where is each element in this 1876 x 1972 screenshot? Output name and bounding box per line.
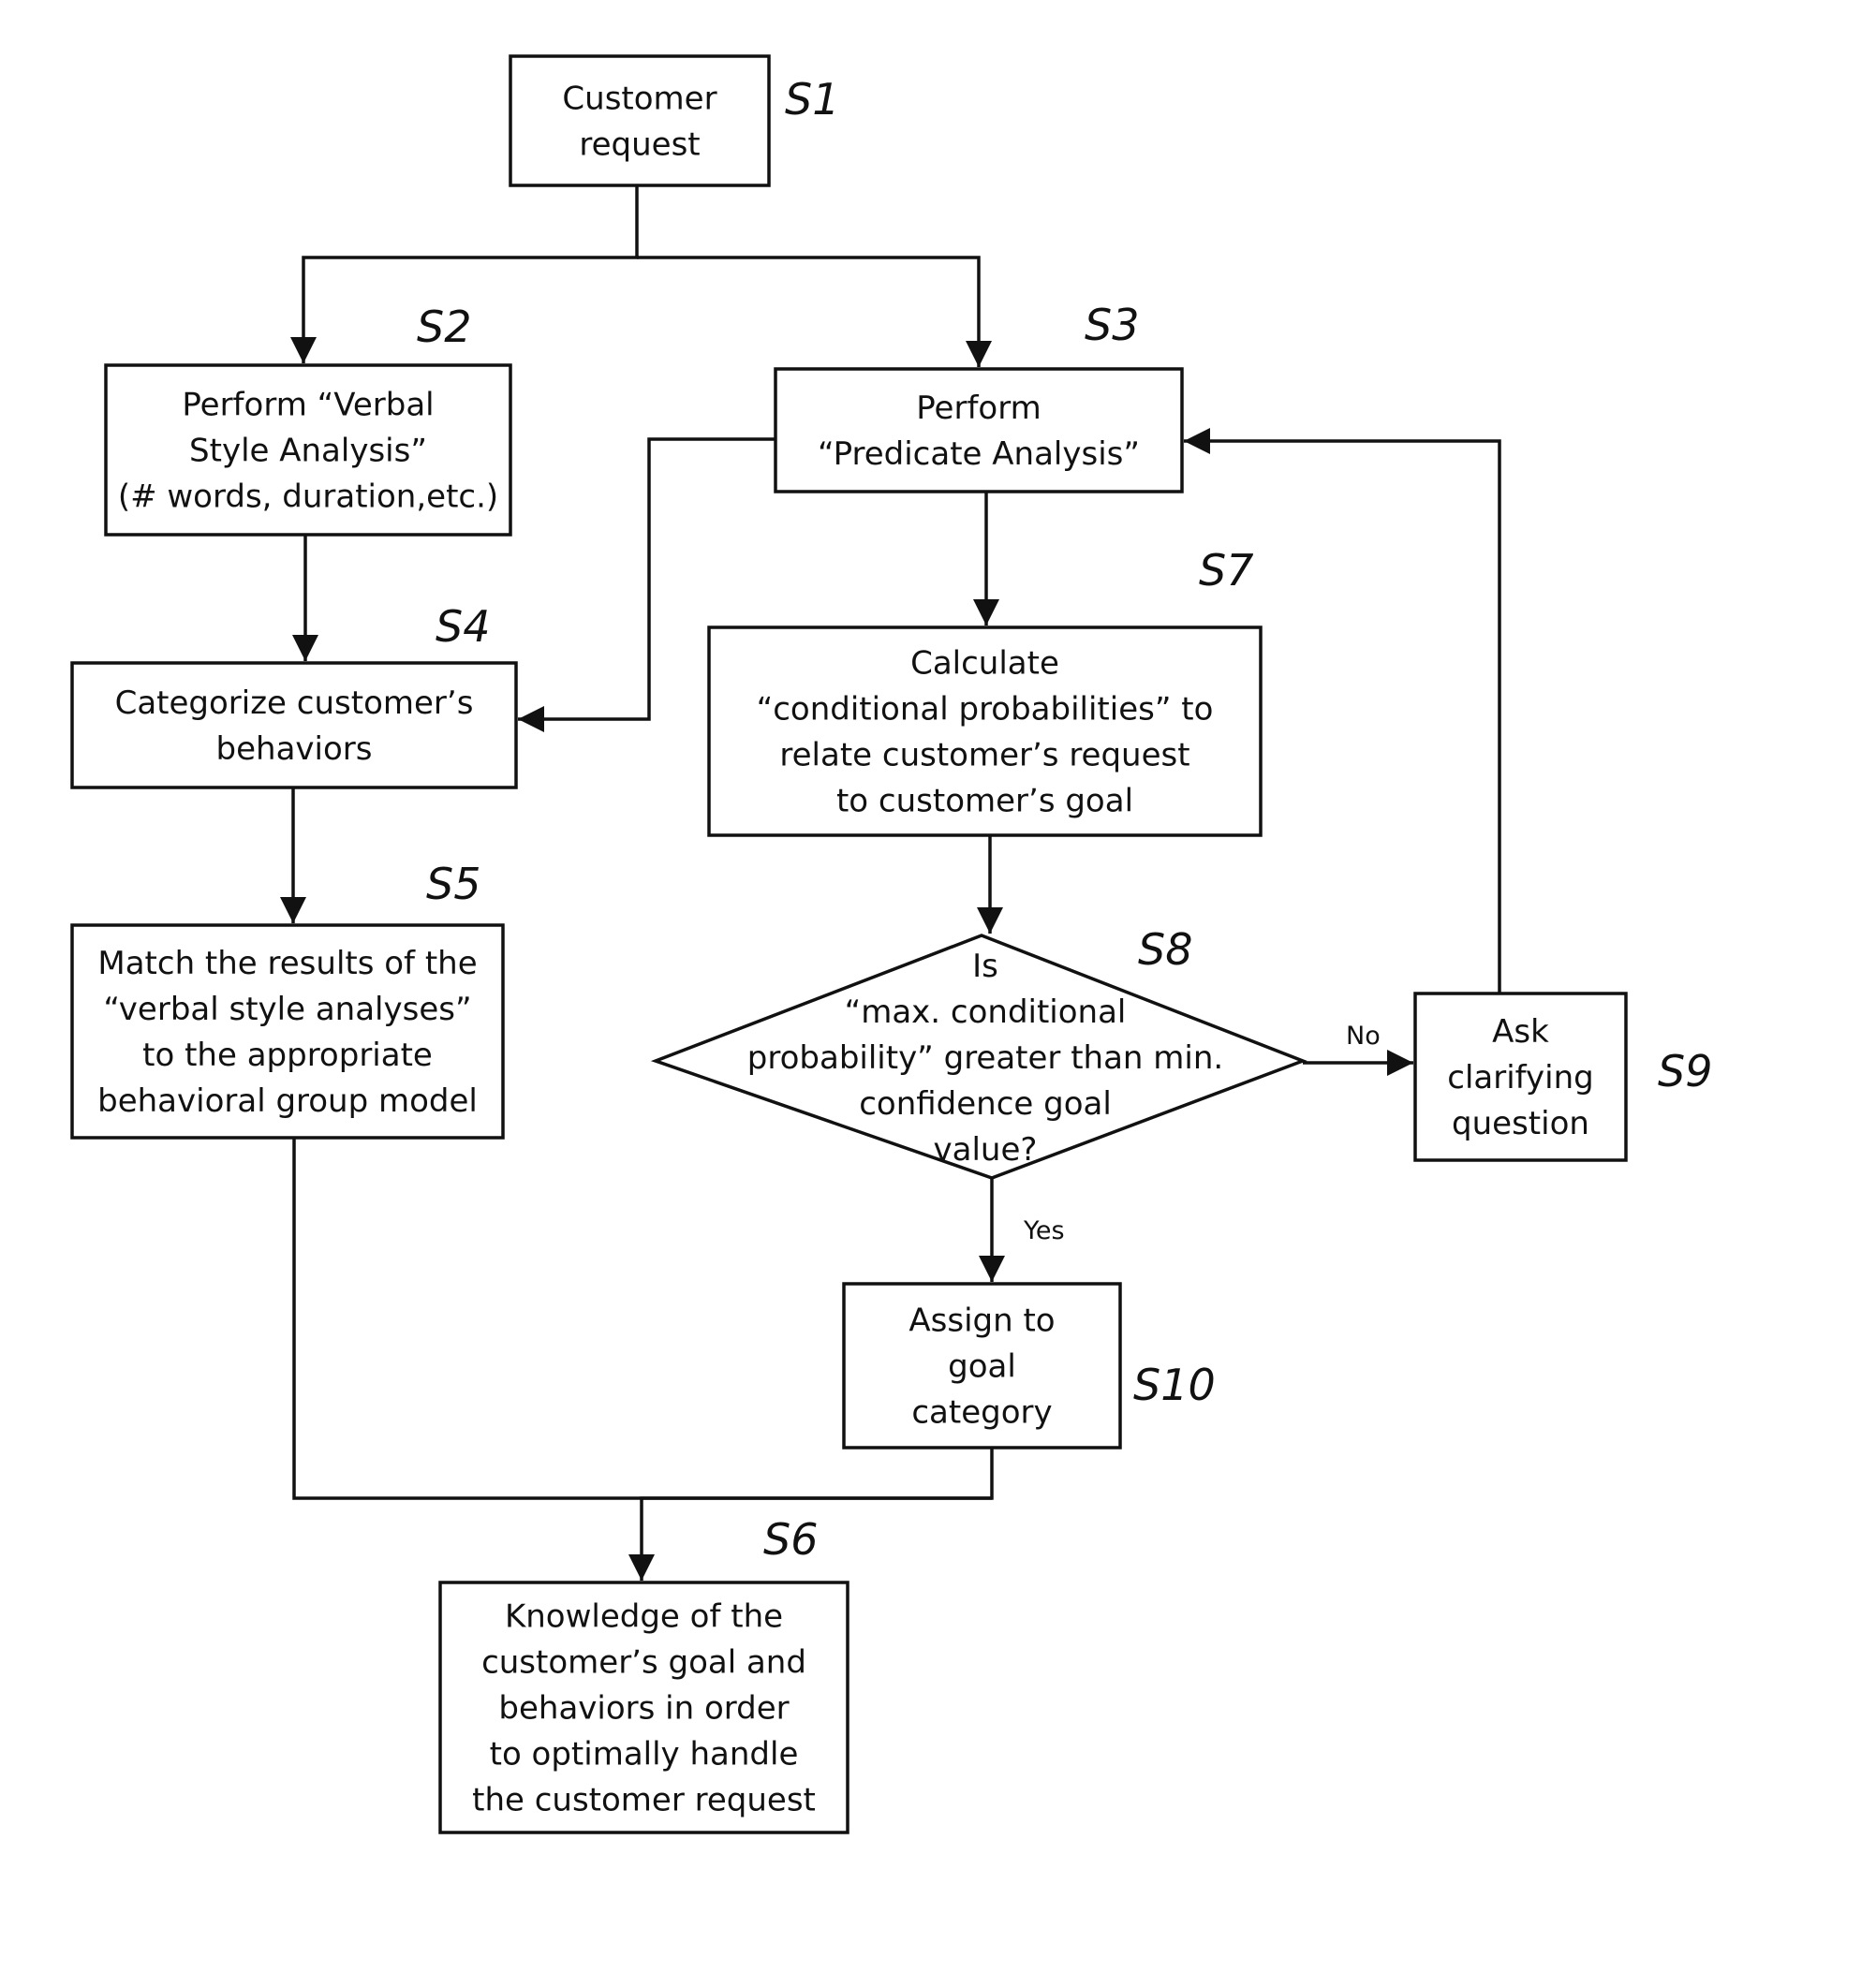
node-text-line: Perform bbox=[916, 390, 1041, 427]
node-text-line: category bbox=[911, 1394, 1052, 1432]
step-label: S7 bbox=[1199, 545, 1253, 596]
flowchart: No Yes Customer request Perform “Verbal Styl… bbox=[70, 54, 1712, 1834]
edge-s8-s10: Yes bbox=[979, 1178, 1065, 1282]
arrowhead-icon bbox=[977, 907, 1003, 934]
arrowhead-icon bbox=[292, 635, 318, 661]
node-s5: Match the results of the “verbal style an… bbox=[70, 923, 505, 1140]
arrowhead-icon bbox=[966, 341, 992, 367]
node-text-line: “max. conditional bbox=[845, 993, 1127, 1031]
node-s8: Is “max. conditional probability” greater … bbox=[650, 934, 1307, 1180]
edge-s4-s5 bbox=[280, 787, 306, 923]
step-label: S8 bbox=[1138, 924, 1192, 975]
node-text-line: “Predicate Analysis” bbox=[818, 435, 1140, 473]
step-label: S10 bbox=[1133, 1360, 1216, 1410]
node-text-line: Assign to bbox=[908, 1302, 1055, 1340]
edge-s7-s8 bbox=[977, 835, 1003, 934]
step-label: S3 bbox=[1085, 300, 1139, 350]
step-label: S6 bbox=[763, 1514, 818, 1565]
node-text-line: Is bbox=[972, 948, 998, 985]
node-text-line: Style Analysis” bbox=[189, 433, 427, 470]
edge-s2-s4 bbox=[292, 535, 318, 661]
arrowhead-icon bbox=[280, 897, 306, 923]
node-s4: Categorize customer’s behaviors bbox=[70, 661, 518, 789]
node-text-line: Ask bbox=[1492, 1013, 1549, 1051]
process-box bbox=[70, 661, 518, 789]
node-text-line: behaviors in order bbox=[498, 1690, 789, 1728]
edge-label-no: No bbox=[1346, 1022, 1381, 1051]
node-s10: Assign to goal category bbox=[842, 1282, 1122, 1450]
node-s6: Knowledge of the customer’s goal and behav… bbox=[438, 1581, 849, 1834]
connector-line bbox=[637, 256, 981, 367]
arrowhead-icon bbox=[628, 1554, 655, 1581]
node-text-line: (# words, duration,etc.) bbox=[118, 478, 498, 516]
node-text-line: “conditional probabilities” to bbox=[757, 691, 1214, 728]
node-text-line: probability” greater than min. bbox=[747, 1039, 1223, 1077]
node-s2: Perform “Verbal Style Analysis” (# words, … bbox=[104, 363, 512, 537]
node-s3: Perform “Predicate Analysis” bbox=[774, 367, 1184, 493]
node-text-line: question bbox=[1452, 1105, 1589, 1142]
node-text-line: customer’s goal and bbox=[481, 1644, 806, 1682]
arrowhead-icon bbox=[973, 599, 999, 625]
node-text-line: clarifying bbox=[1447, 1059, 1593, 1096]
arrowhead-icon bbox=[290, 337, 317, 363]
node-text-line: behaviors bbox=[216, 730, 373, 768]
node-text-line: Customer bbox=[562, 81, 716, 118]
arrowhead-icon bbox=[1184, 428, 1210, 454]
arrowhead-icon bbox=[1387, 1050, 1413, 1076]
node-text-line: “verbal style analyses” bbox=[103, 991, 471, 1028]
step-label: S2 bbox=[417, 302, 471, 352]
node-text-line: to the appropriate bbox=[142, 1037, 433, 1074]
node-s9: Ask clarifying question bbox=[1413, 992, 1628, 1162]
arrowhead-icon bbox=[979, 1256, 1005, 1282]
nodes-layer: Customer request Perform “Verbal Style Anal… bbox=[70, 54, 1628, 1834]
node-text-line: Knowledge of the bbox=[505, 1598, 783, 1636]
node-text-line: value? bbox=[934, 1131, 1038, 1169]
node-text-line: Perform “Verbal bbox=[182, 387, 434, 424]
node-text-line: Categorize customer’s bbox=[115, 684, 474, 722]
edge-label-yes: Yes bbox=[1023, 1216, 1065, 1245]
node-text-line: Match the results of the bbox=[97, 945, 477, 982]
node-text-line: behavioral group model bbox=[97, 1082, 478, 1120]
node-text-line: goal bbox=[948, 1348, 1016, 1386]
edge-s8-s9: No bbox=[1303, 1022, 1413, 1076]
node-s7: Calculate “conditional probabilities” to r… bbox=[707, 625, 1263, 837]
node-text-line: relate customer’s request bbox=[779, 737, 1189, 774]
node-text-line: to customer’s goal bbox=[836, 783, 1133, 820]
arrowhead-icon bbox=[518, 706, 544, 732]
node-text-line: request bbox=[579, 126, 700, 164]
node-s1: Customer request bbox=[509, 54, 771, 187]
node-text-line: to optimally handle bbox=[490, 1736, 799, 1773]
step-label: S9 bbox=[1658, 1046, 1712, 1096]
step-label: S4 bbox=[436, 601, 490, 652]
edge-s3-s7 bbox=[973, 492, 999, 625]
step-label: S1 bbox=[785, 74, 839, 125]
node-text-line: Calculate bbox=[910, 645, 1059, 683]
node-text-line: the customer request bbox=[472, 1782, 816, 1819]
step-label: S5 bbox=[426, 859, 480, 909]
edge-s1-s3 bbox=[637, 256, 992, 367]
node-text-line: confidence goal bbox=[859, 1085, 1112, 1123]
process-box bbox=[509, 54, 771, 187]
process-box bbox=[774, 367, 1184, 493]
